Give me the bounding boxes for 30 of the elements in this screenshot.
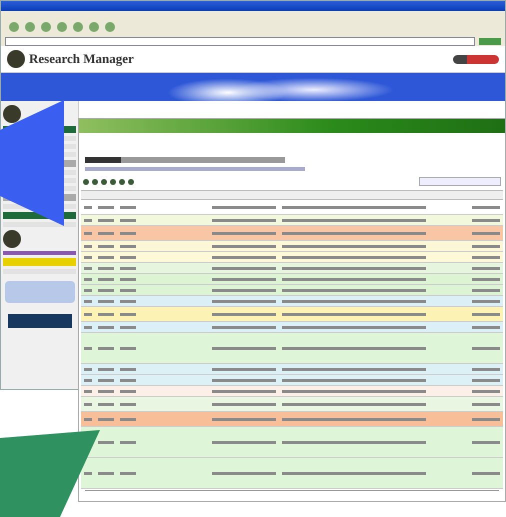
brand-logo <box>453 54 499 64</box>
go-button[interactable] <box>479 38 501 44</box>
table-row[interactable] <box>81 241 503 252</box>
table-row[interactable] <box>81 397 503 412</box>
address-field[interactable] <box>5 36 475 46</box>
table-row[interactable] <box>81 226 503 241</box>
table-row[interactable] <box>81 364 503 375</box>
table-row[interactable] <box>81 412 503 427</box>
circle-icon[interactable] <box>119 178 125 184</box>
circle-icon[interactable] <box>128 178 134 184</box>
table-row[interactable] <box>81 427 503 458</box>
table-row[interactable] <box>81 386 503 397</box>
table-row[interactable] <box>81 322 503 333</box>
circle-icon[interactable] <box>92 178 98 184</box>
circle-icon[interactable] <box>101 178 107 184</box>
circle-icon[interactable] <box>110 178 116 184</box>
table-row[interactable] <box>81 252 503 263</box>
table-row[interactable] <box>81 307 503 322</box>
table-row[interactable] <box>81 296 503 307</box>
table-row[interactable] <box>81 274 503 285</box>
search-field[interactable] <box>419 177 501 186</box>
logo-icon <box>7 50 25 68</box>
table-row[interactable] <box>81 375 503 386</box>
table-row[interactable] <box>81 458 503 489</box>
table-row[interactable] <box>81 215 503 226</box>
table-row[interactable] <box>81 285 503 296</box>
table-row[interactable] <box>81 333 503 364</box>
app-name: Research Manager <box>29 51 134 67</box>
circle-icon[interactable] <box>83 178 89 184</box>
table-row[interactable] <box>81 263 503 274</box>
